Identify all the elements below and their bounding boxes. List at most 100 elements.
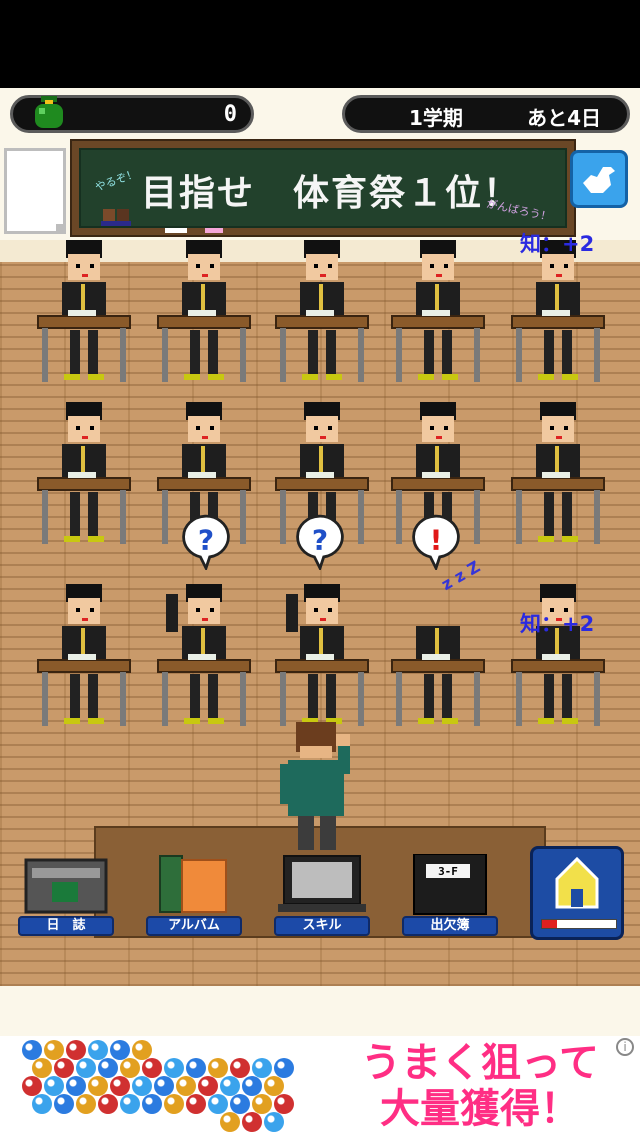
stat-popup: 知：+2 — [520, 232, 595, 256]
student-at-desk[interactable] — [34, 582, 134, 732]
orb-icon — [242, 1112, 262, 1132]
orb-icon — [54, 1094, 74, 1114]
school-building-icon — [555, 856, 599, 909]
orb-icon — [66, 1040, 86, 1060]
school-button[interactable] — [530, 846, 624, 940]
orb-icon — [22, 1040, 42, 1060]
ad-line1: うまく狙って — [361, 1040, 599, 1086]
question-icon: ? — [312, 523, 328, 556]
orb-icon — [176, 1076, 196, 1096]
student-at-desk[interactable] — [388, 238, 488, 388]
orb-icon — [252, 1058, 272, 1078]
orb-icon — [186, 1094, 206, 1114]
orb-icon — [98, 1058, 118, 1078]
student-at-desk[interactable] — [154, 238, 254, 388]
chalk-pink — [205, 228, 223, 233]
orb-icon — [110, 1076, 130, 1096]
skill-label: スキル — [274, 916, 370, 936]
orb-icon — [132, 1040, 152, 1060]
orb-icon — [264, 1076, 284, 1096]
orb-icon — [32, 1058, 52, 1078]
school-progress-fill — [542, 920, 557, 928]
ad-info-icon[interactable]: i — [616, 1038, 634, 1056]
status-bar — [0, 0, 640, 88]
orb-icon — [22, 1076, 42, 1096]
computer-icon — [278, 855, 366, 912]
student-at-desk[interactable] — [508, 238, 608, 388]
teacher-character — [280, 722, 350, 850]
school-progress-bar — [541, 919, 617, 929]
orb-icon — [88, 1040, 108, 1060]
attendance-label: 出欠簿 — [402, 916, 498, 936]
twitter-share-button[interactable] — [570, 150, 628, 208]
orb-icon — [264, 1112, 284, 1132]
orb-icon — [76, 1094, 96, 1114]
orb-icon — [154, 1076, 174, 1096]
orb-icon — [252, 1094, 272, 1114]
floor-border — [0, 986, 640, 1036]
student-at-desk[interactable] — [508, 400, 608, 550]
orb-icon — [76, 1058, 96, 1078]
orb-icon — [44, 1040, 64, 1060]
skill-button[interactable]: スキル — [274, 854, 370, 936]
board-note-left: やるぞ！ — [93, 166, 140, 195]
chalk-white — [165, 228, 187, 233]
orb-icon — [120, 1094, 140, 1114]
student-at-desk[interactable] — [388, 582, 488, 732]
orb-icon — [44, 1076, 64, 1096]
album-label: アルバム — [146, 916, 242, 936]
eraser-icon — [101, 209, 131, 226]
student-at-desk[interactable] — [272, 238, 372, 388]
orb-icon — [230, 1058, 250, 1078]
student-at-desk[interactable] — [34, 400, 134, 550]
book-label: 3-F — [438, 865, 458, 878]
album-button[interactable]: アルバム — [146, 854, 242, 936]
orb-icon — [220, 1076, 240, 1096]
ad-text[interactable]: うまく狙って 大量獲得！ — [330, 1040, 630, 1132]
blackboard: やるぞ！ 目指せ 体育祭１位！ がんばろう！ — [70, 139, 576, 237]
journal-label: 日 誌 — [18, 916, 114, 936]
orb-icon — [164, 1094, 184, 1114]
orb-icon — [66, 1076, 86, 1096]
orb-icon — [274, 1058, 294, 1078]
money-value: 0 — [223, 102, 237, 127]
orb-icon — [98, 1094, 118, 1114]
student-at-desk[interactable] — [154, 582, 254, 732]
blackboard-title: 目指せ 体育祭１位！ — [141, 173, 522, 214]
question-bubble[interactable]: ? — [292, 514, 348, 570]
orb-icon — [186, 1058, 206, 1078]
orb-icon — [220, 1112, 240, 1132]
student-at-desk[interactable] — [272, 582, 372, 732]
orb-icon — [164, 1058, 184, 1078]
orb-icon — [230, 1094, 250, 1114]
attendance-button[interactable]: 3-F 出欠簿 — [402, 853, 498, 936]
student-at-desk[interactable] — [508, 582, 608, 732]
orb-icon — [110, 1040, 130, 1060]
orb-icon — [120, 1058, 140, 1078]
term-display: 1学期 あと4日 — [342, 95, 630, 133]
orb-icon — [54, 1058, 74, 1078]
days-left-label: あと4日 — [527, 106, 601, 130]
orb-icon — [274, 1094, 294, 1114]
orb-icon — [88, 1076, 108, 1096]
money-display: 0 — [10, 95, 254, 133]
orb-icon — [142, 1058, 162, 1078]
journal-button[interactable]: 日 誌 — [18, 854, 114, 936]
bird-icon — [583, 167, 615, 193]
question-bubble[interactable]: ? — [178, 514, 234, 570]
notepad-button[interactable] — [4, 148, 66, 234]
stat-popup: 知：+2 — [520, 612, 595, 636]
exclamation-bubble[interactable]: ! — [408, 514, 464, 570]
orb-icon — [142, 1094, 162, 1114]
attendance-book-icon: 3-F — [413, 853, 487, 915]
album-icon — [159, 855, 227, 913]
ad-line2: 大量獲得！ — [380, 1086, 580, 1132]
orb-icon — [32, 1094, 52, 1114]
orb-icon — [208, 1094, 228, 1114]
orb-icon — [198, 1076, 218, 1096]
orb-icon — [208, 1058, 228, 1078]
orb-icon — [132, 1076, 152, 1096]
exclamation-icon: ! — [430, 523, 443, 556]
student-at-desk[interactable] — [34, 238, 134, 388]
question-icon: ? — [198, 523, 214, 556]
